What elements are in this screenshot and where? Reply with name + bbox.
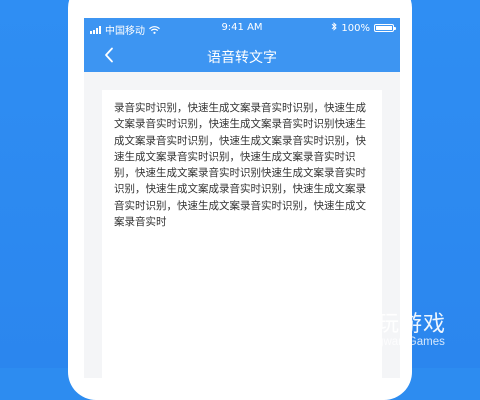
watermark: 仍玩游戏 Rengwan Games — [312, 306, 472, 358]
watermark-brand-en: Rengwan Games — [356, 336, 445, 348]
watermark-brand-cn: 仍玩游戏 — [354, 312, 447, 337]
status-right: 100% — [331, 22, 396, 34]
battery-level-fill — [376, 26, 392, 30]
status-bar: 中国移动 9:41 AM 100% — [84, 18, 400, 38]
rengwan-logo-icon — [314, 310, 346, 346]
battery-percent: 100% — [341, 22, 370, 34]
nav-bar: 语音转文字 — [84, 38, 400, 72]
bluetooth-icon — [331, 22, 338, 34]
battery-icon — [374, 24, 396, 32]
transcript-text[interactable]: 录音实时识别，快速生成文案录音实时识别，快速生成文案录音实时识别，快速生成文案录… — [114, 100, 370, 230]
page-title: 语音转文字 — [207, 50, 277, 66]
